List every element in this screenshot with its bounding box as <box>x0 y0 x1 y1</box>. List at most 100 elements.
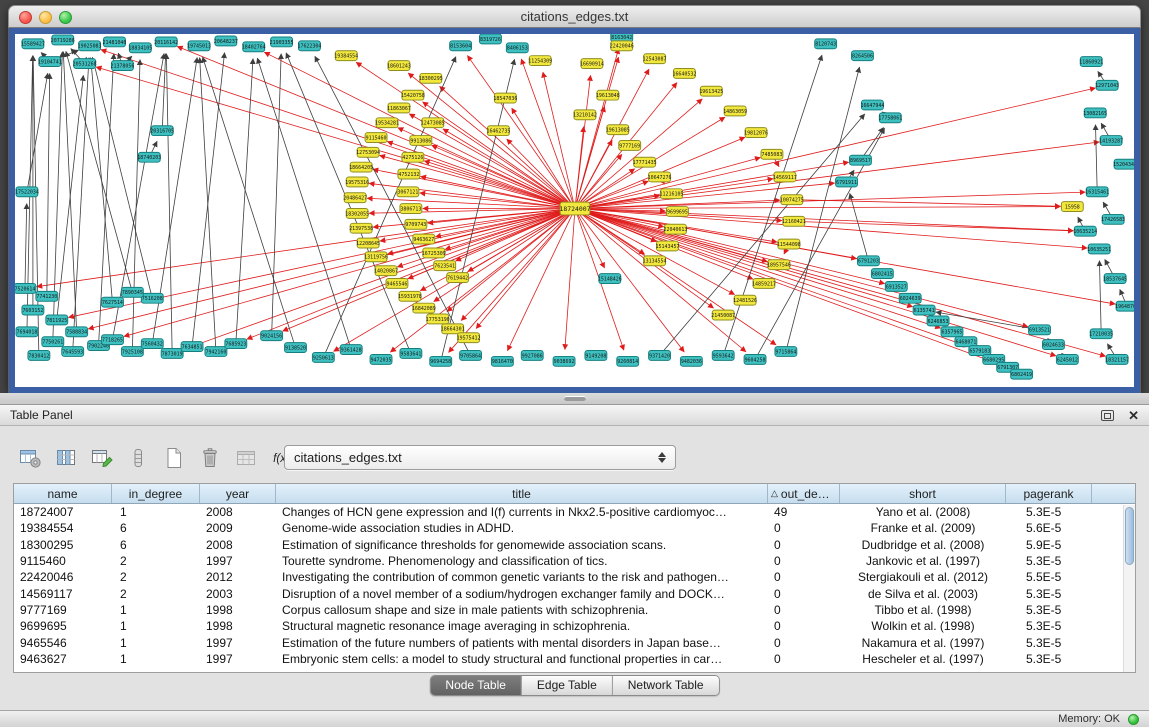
network-node[interactable]: 9138520 <box>285 343 307 353</box>
network-node[interactable]: 19648707 <box>1115 301 1134 311</box>
network-node[interactable]: 8319726 <box>480 34 502 44</box>
network-node[interactable]: 9024156 <box>261 331 283 341</box>
network-node[interactable]: 20316705 <box>150 126 174 136</box>
network-node[interactable]: 10074275 <box>780 195 804 205</box>
network-node[interactable]: 12208645 <box>356 238 380 248</box>
network-node[interactable]: 14020867 <box>374 266 398 276</box>
network-node[interactable]: 15931978 <box>398 291 422 301</box>
network-node[interactable]: 10635214 <box>1073 226 1097 236</box>
network-node[interactable]: 6913527 <box>885 281 907 291</box>
network-node[interactable]: 20486427 <box>343 193 367 203</box>
network-node[interactable]: 21903355 <box>270 37 294 47</box>
network-node[interactable]: 14863059 <box>723 106 747 116</box>
new-file-icon[interactable] <box>160 445 187 472</box>
network-node[interactable]: 9482036 <box>680 356 702 366</box>
network-node[interactable]: 19812076 <box>744 128 768 138</box>
network-node[interactable]: 9361428 <box>340 345 362 355</box>
network-node[interactable]: 15420758 <box>401 90 425 100</box>
network-node[interactable]: 22040613 <box>664 224 688 234</box>
network-node[interactable]: 7588834 <box>66 327 88 337</box>
network-node[interactable]: 7603152 <box>22 305 44 315</box>
network-node[interactable]: 6024639 <box>899 293 921 303</box>
network-node[interactable]: 7942160 <box>205 347 227 357</box>
network-node[interactable]: 21481040 <box>103 37 127 47</box>
import-table-icon[interactable] <box>232 445 259 472</box>
network-node[interactable]: 9777169 <box>619 140 641 150</box>
network-node[interactable]: 13210142 <box>573 110 597 120</box>
network-node[interactable]: 14859217 <box>752 279 776 289</box>
network-node[interactable]: 3806713 <box>400 204 422 214</box>
network-node[interactable]: 11544098 <box>777 239 801 249</box>
table-row[interactable]: 969969511998Structural magnetic resonanc… <box>14 618 1135 634</box>
network-node[interactable]: 9463627 <box>413 234 435 244</box>
network-node[interactable]: 18302055 <box>345 209 369 219</box>
edit-table-icon[interactable] <box>88 445 115 472</box>
network-node[interactable]: 8264506 <box>852 51 874 61</box>
network-node[interactable]: 9705864 <box>460 351 482 361</box>
table-row[interactable]: 946554611997Estimation of the future num… <box>14 634 1135 650</box>
tab-network-table[interactable]: Network Table <box>612 676 719 695</box>
network-node[interactable]: 6135741 <box>913 305 935 315</box>
minimize-button[interactable] <box>39 11 52 24</box>
network-node[interactable]: 15204349 <box>1113 159 1134 169</box>
network-node[interactable]: 17758061 <box>878 113 902 123</box>
network-node[interactable]: 12473085 <box>421 118 445 128</box>
network-node[interactable]: 13134554 <box>643 256 667 266</box>
network-node[interactable]: 19534281 <box>375 118 399 128</box>
network-node[interactable]: 18724007 <box>559 202 590 215</box>
network-node[interactable]: 14193287 <box>1099 136 1123 146</box>
network-node[interactable]: 9593642 <box>712 351 734 361</box>
table-row[interactable]: 1938455462009Genome-wide association stu… <box>14 520 1135 536</box>
divider-grip-icon[interactable] <box>564 396 586 401</box>
network-node[interactable]: 17622304 <box>297 41 321 51</box>
network-node[interactable]: 9149208 <box>585 351 607 361</box>
network-node[interactable]: 20116142 <box>154 37 178 47</box>
network-node[interactable]: 8406153 <box>506 43 528 53</box>
network-node[interactable]: 19613085 <box>606 125 630 135</box>
network-node[interactable]: 6802419 <box>1011 369 1033 379</box>
network-node[interactable]: 7890345 <box>121 287 143 297</box>
network-node[interactable]: 15958 <box>1061 202 1083 212</box>
network-node[interactable]: 6357965 <box>941 327 963 337</box>
network-node[interactable]: 9465546 <box>386 279 408 289</box>
network-node[interactable]: 7560432 <box>141 339 163 349</box>
table-settings-icon[interactable] <box>16 445 43 472</box>
table-row[interactable]: 946362711997Embryonic stem cells: a mode… <box>14 651 1135 667</box>
network-node[interactable]: 9038692 <box>553 356 575 366</box>
table-row[interactable]: 911546021997Tourette syndrome. Phenomeno… <box>14 553 1135 569</box>
network-node[interactable]: 6024633 <box>1042 340 1064 350</box>
network-node[interactable]: 19575316 <box>345 177 369 187</box>
network-node[interactable]: 14569117 <box>773 172 797 182</box>
network-node[interactable]: 20719286 <box>51 35 75 45</box>
column-header-name[interactable]: name <box>14 484 112 503</box>
network-node[interactable]: 18300295 <box>419 73 443 83</box>
network-node[interactable]: 19025083 <box>78 41 102 51</box>
network-node[interactable]: 22420046 <box>610 41 634 51</box>
network-node[interactable]: 11863067 <box>387 103 411 113</box>
network-node[interactable]: 18664205 <box>349 162 373 172</box>
network-node[interactable]: 7634851 <box>181 342 203 352</box>
network-node[interactable]: 19575412 <box>457 333 481 343</box>
network-node[interactable]: 21450087 <box>711 310 735 320</box>
network-node[interactable]: 16462735 <box>486 126 510 136</box>
network-node[interactable]: 12543087 <box>643 54 667 64</box>
network-node[interactable]: 18537645 <box>1103 274 1127 284</box>
network-node[interactable]: 9927086 <box>521 351 543 361</box>
table-row[interactable]: 2242004622012Investigating the contribut… <box>14 569 1135 585</box>
network-node[interactable]: 9913086 <box>410 136 432 146</box>
delete-icon[interactable] <box>196 445 223 472</box>
network-node[interactable]: 6246853 <box>927 316 949 326</box>
network-node[interactable]: 9260814 <box>617 356 639 366</box>
network-node[interactable]: 11254309 <box>528 56 552 66</box>
network-node[interactable]: 7811925 <box>46 315 68 325</box>
table-row[interactable]: 977716911998Corpus callosum shape and si… <box>14 602 1135 618</box>
network-node[interactable]: 16690914 <box>580 59 604 69</box>
network-node[interactable]: 12481526 <box>733 295 757 305</box>
network-node[interactable]: 16315461 <box>1085 187 1109 197</box>
column-icon[interactable] <box>124 445 151 472</box>
network-node[interactable]: 7623541 <box>434 261 456 271</box>
network-node[interactable]: 17753190 <box>426 314 450 324</box>
network-node[interactable]: 20531268 <box>73 59 97 69</box>
network-node[interactable]: 17210035 <box>1089 329 1113 339</box>
network-node[interactable]: 9472035 <box>370 354 392 364</box>
